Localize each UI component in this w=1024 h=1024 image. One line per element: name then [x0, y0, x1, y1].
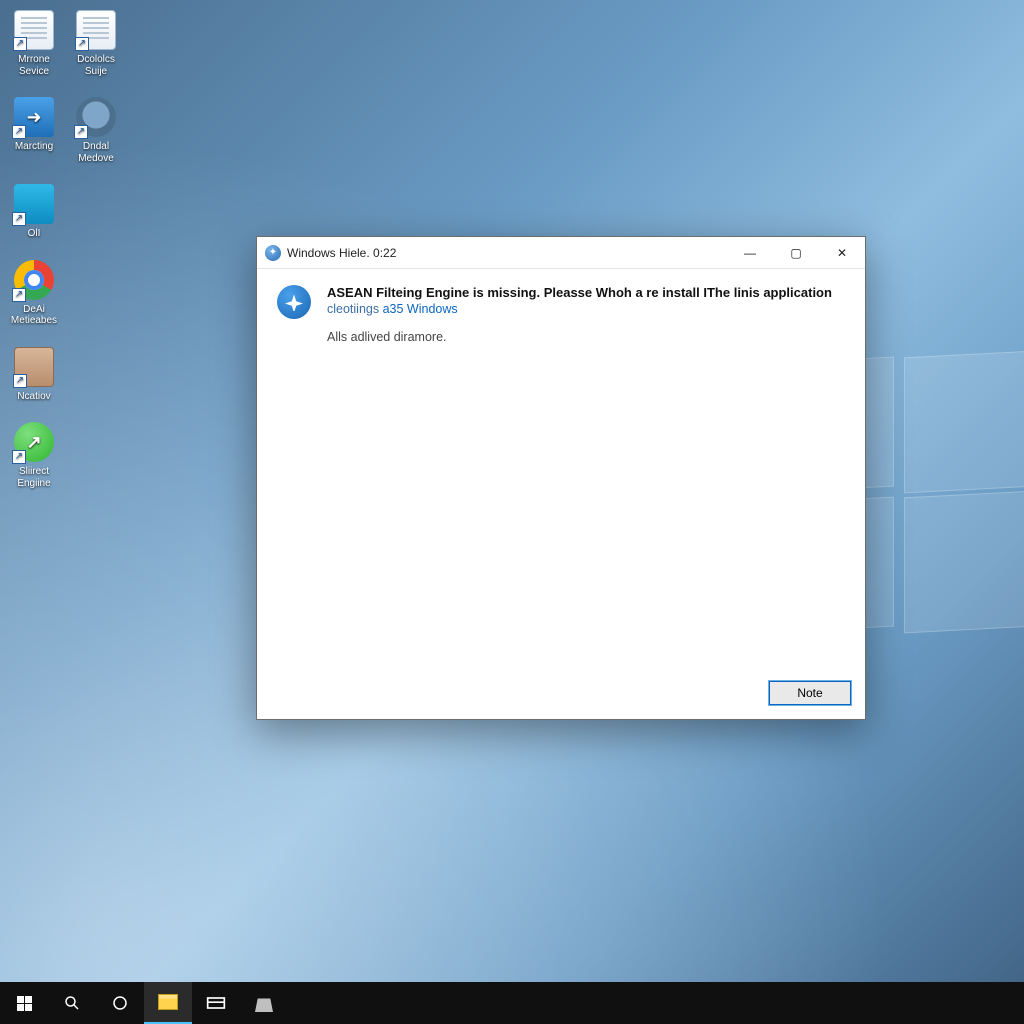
close-button[interactable]: ✕: [819, 237, 865, 269]
cortana-button[interactable]: [96, 982, 144, 1024]
store-icon: [255, 994, 273, 1012]
desktop-icon[interactable]: ↗ Marcting: [6, 97, 62, 164]
task-view-button[interactable]: [192, 982, 240, 1024]
dialog-detail: Alls adlived diramore.: [327, 330, 845, 344]
desktop-icon-grid: ↗ Mrrone Sevice ↗ Dcololcs Suije ↗ Marcting ↗ D…: [0, 4, 130, 495]
dialog-title: Windows Hiele. 0:22: [287, 246, 396, 260]
store-button[interactable]: [240, 982, 288, 1024]
green-icon: ↗: [14, 422, 54, 462]
shortcut-arrow-icon: ↗: [12, 450, 26, 464]
shortcut-arrow-icon: ↗: [13, 374, 27, 388]
desktop-icon-label: Sliirect Engiine: [6, 466, 62, 489]
dialog-footer: Note: [257, 671, 865, 719]
start-button[interactable]: [0, 982, 48, 1024]
app-icon: ✦: [265, 245, 281, 261]
file-explorer-icon: [158, 994, 178, 1010]
search-button[interactable]: [48, 982, 96, 1024]
error-dialog: ✦ Windows Hiele. 0:22 — ▢ ✕ ASEAN Filtei…: [256, 236, 866, 720]
file-explorer-button[interactable]: [144, 982, 192, 1024]
minimize-button[interactable]: —: [727, 237, 773, 269]
desktop-icon[interactable]: ↗ Ncatiov: [6, 347, 62, 403]
desktop[interactable]: ↗ Mrrone Sevice ↗ Dcololcs Suije ↗ Marcting ↗ D…: [0, 0, 1024, 1024]
desktop-icon-label: OlI: [6, 228, 62, 240]
dialog-body: ASEAN Filteing Engine is missing. Pleass…: [257, 269, 865, 671]
desktop-icon-label: Dcololcs Suije: [68, 54, 124, 77]
taskbar: [0, 982, 1024, 1024]
desktop-icon-label: DeAi Metieabes: [6, 304, 62, 327]
window-buttons: — ▢ ✕: [727, 237, 865, 269]
shortcut-arrow-icon: ↗: [12, 125, 26, 139]
desktop-icon[interactable]: ↗ Sliirect Engiine: [6, 422, 62, 489]
page-icon: ↗: [14, 10, 54, 50]
blue-icon: ↗: [14, 97, 54, 137]
shortcut-arrow-icon: ↗: [75, 37, 89, 51]
desktop-icon[interactable]: ↗ DeAi Metieabes: [6, 260, 62, 327]
desktop-icon-label: Mrrone Sevice: [6, 54, 62, 77]
page-icon: ↗: [76, 10, 116, 50]
shortcut-arrow-icon: ↗: [12, 212, 26, 226]
task-view-icon: [206, 995, 226, 1011]
dialog-subline: cleotiings a35 Windows: [327, 302, 845, 316]
shortcut-arrow-icon: ↗: [12, 288, 26, 302]
compass-icon: [277, 285, 311, 319]
dialog-subline-link[interactable]: a35 Windows: [383, 302, 458, 316]
face-icon: ↗: [14, 347, 54, 387]
chrome-icon: ↗: [14, 260, 54, 300]
desktop-icon-label: Dndal Medove: [68, 141, 124, 164]
dialog-headline: ASEAN Filteing Engine is missing. Pleass…: [327, 285, 845, 300]
cortana-icon: [111, 994, 129, 1012]
desktop-icon[interactable]: ↗ OlI: [6, 184, 62, 240]
desktop-icon-label: Ncatiov: [6, 391, 62, 403]
maximize-button[interactable]: ▢: [773, 237, 819, 269]
windows-logo-icon: [17, 996, 32, 1011]
shortcut-arrow-icon: ↗: [13, 37, 27, 51]
disc-icon: ↗: [76, 97, 116, 137]
box-icon: ↗: [14, 184, 54, 224]
shortcut-arrow-icon: ↗: [74, 125, 88, 139]
desktop-icon[interactable]: ↗ Dcololcs Suije: [68, 10, 124, 77]
desktop-icon[interactable]: ↗ Dndal Medove: [68, 97, 124, 164]
dialog-titlebar[interactable]: ✦ Windows Hiele. 0:22 — ▢ ✕: [257, 237, 865, 269]
search-icon: [63, 994, 81, 1012]
desktop-icon[interactable]: ↗ Mrrone Sevice: [6, 10, 62, 77]
note-button[interactable]: Note: [769, 681, 851, 705]
dialog-text: ASEAN Filteing Engine is missing. Pleass…: [327, 285, 845, 659]
desktop-icon-label: Marcting: [6, 141, 62, 153]
